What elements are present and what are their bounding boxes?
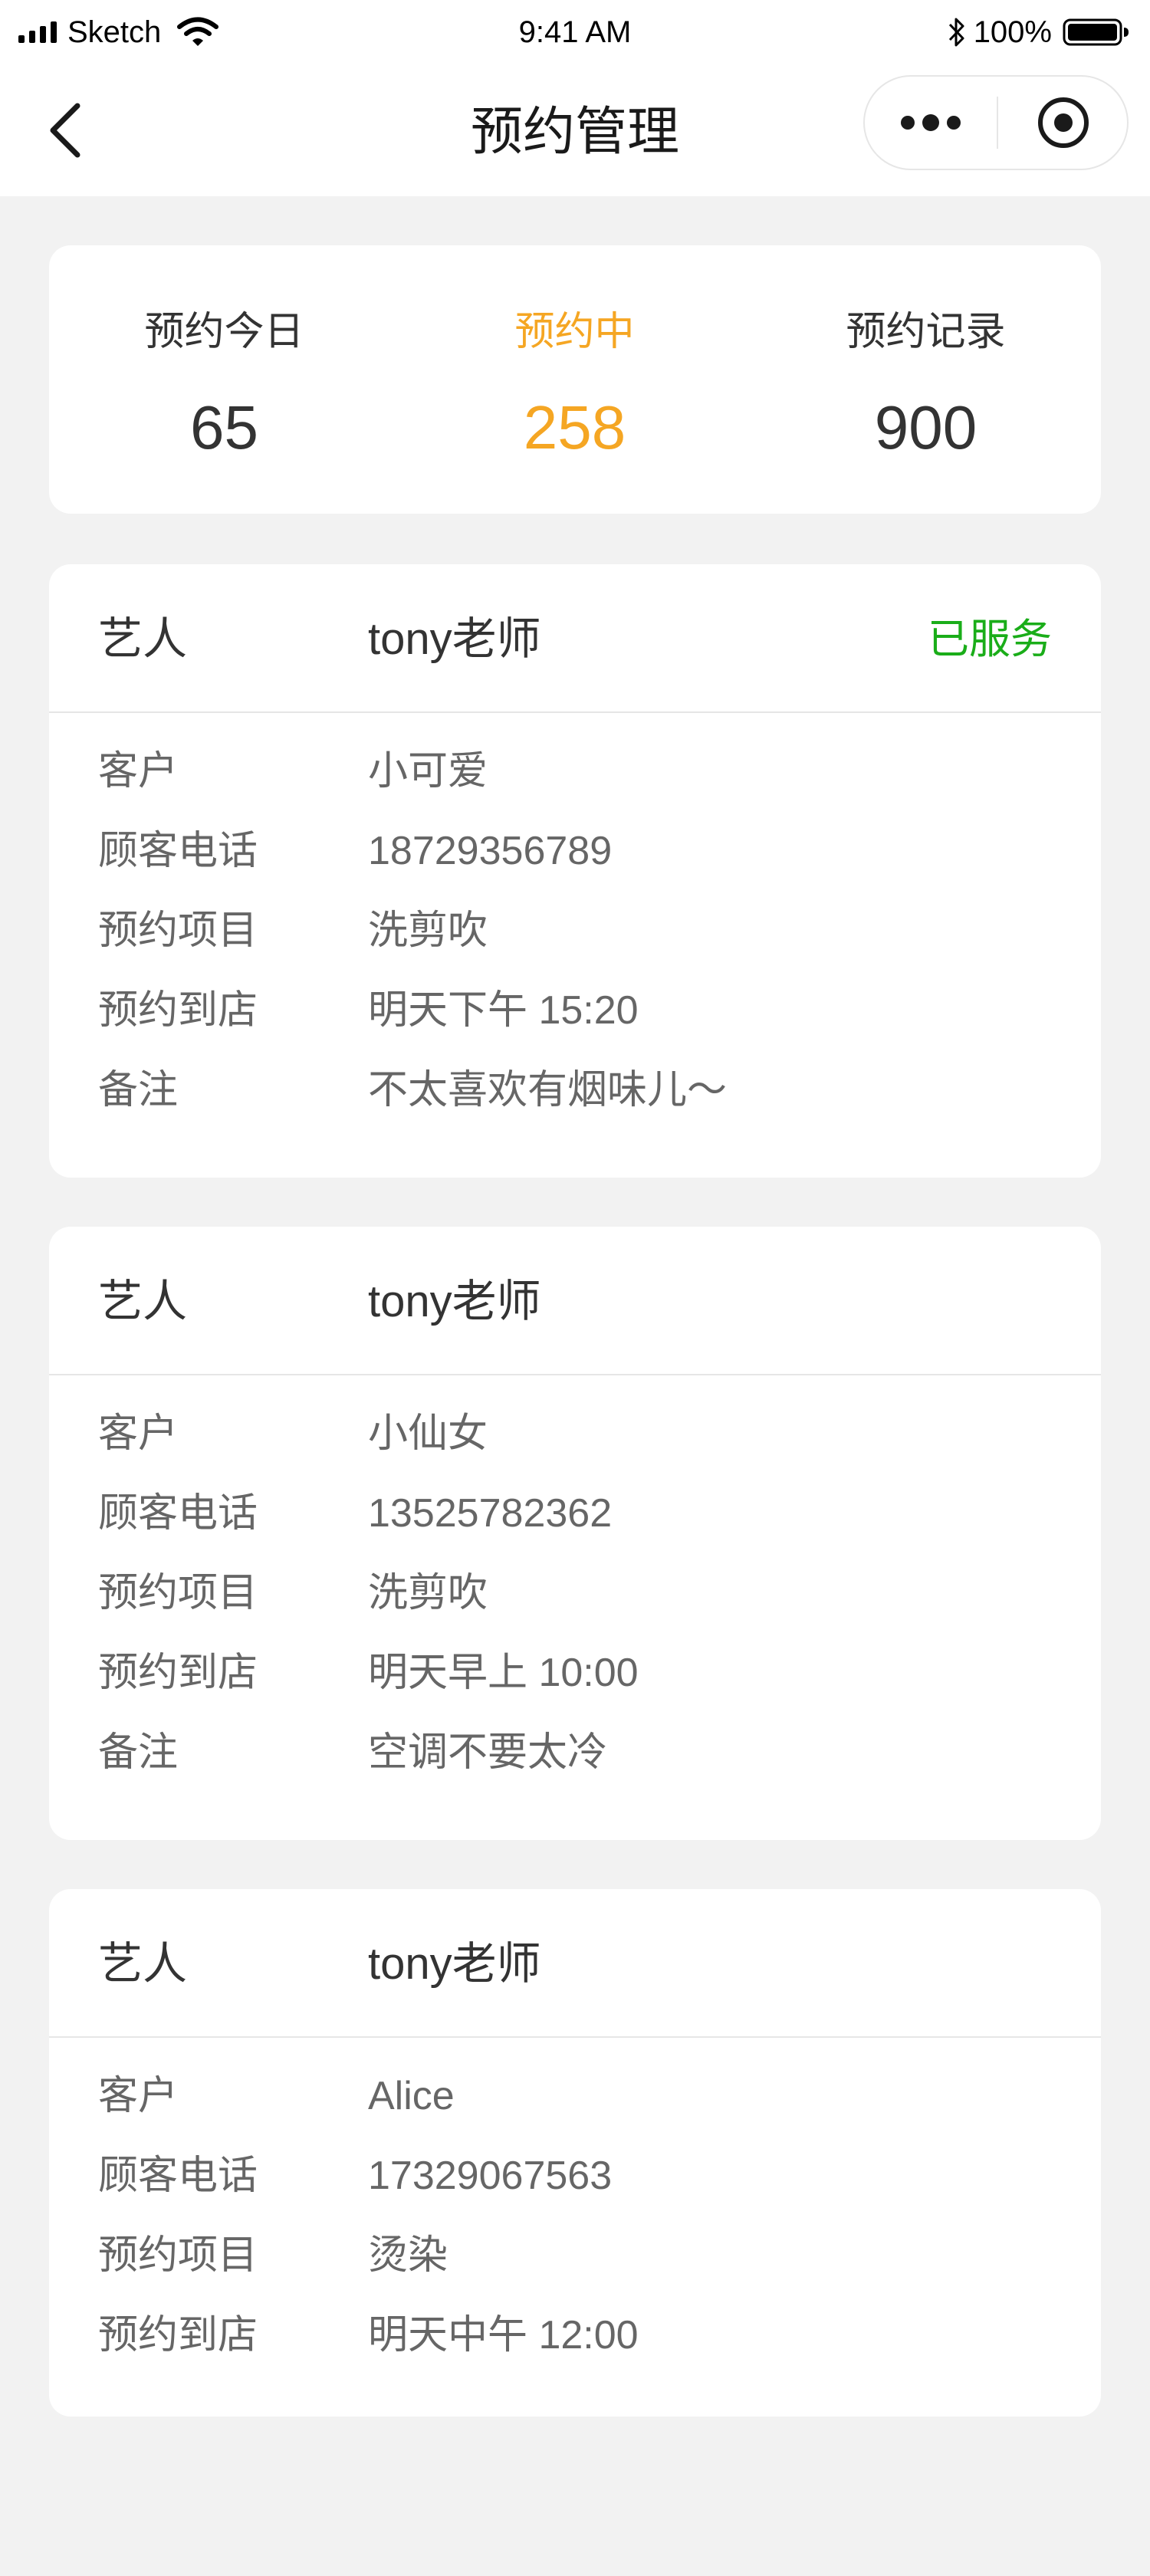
bluetooth-icon — [948, 18, 964, 47]
booking-card[interactable]: 艺人 tony老师 客户 小仙女 顾客电话 13525782362 预约项目 洗… — [49, 1227, 1101, 1840]
more-icon — [901, 114, 961, 131]
stat-today-label: 预约今日 — [144, 310, 304, 354]
status-right: 100% — [948, 11, 1130, 54]
artist-label: 艺人 — [98, 614, 188, 664]
phone-label: 顾客电话 — [98, 1491, 258, 1536]
service-label: 预约项目 — [98, 1571, 258, 1615]
stats-card: 预约今日 65 预约中 258 预约记录 900 — [49, 245, 1101, 514]
nav-bar: 预约管理 — [0, 66, 1150, 196]
customer-value: 小可爱 — [368, 749, 488, 794]
stat-in-progress[interactable]: 预约中 258 — [399, 245, 750, 514]
note-label: 备注 — [98, 1730, 179, 1775]
artist-name: tony老师 — [368, 1276, 541, 1326]
close-mini-program-button[interactable] — [998, 77, 1129, 169]
stat-in-progress-label: 预约中 — [514, 310, 635, 354]
stat-today[interactable]: 预约今日 65 — [49, 245, 399, 514]
service-row: 预约项目 洗剪吹 — [49, 1562, 1101, 1624]
arrival-label: 预约到店 — [98, 1651, 258, 1695]
customer-label: 客户 — [98, 749, 179, 794]
customer-row: 客户 小仙女 — [49, 1403, 1101, 1464]
battery-percentage: 100% — [973, 15, 1052, 49]
battery-icon — [1063, 18, 1129, 46]
arrival-value: 明天早上 10:00 — [368, 1651, 639, 1695]
note-row: 备注 不太喜欢有烟味儿～ — [49, 1060, 1101, 1121]
note-row: 备注 空调不要太冷 — [49, 1722, 1101, 1783]
arrival-row: 预约到店 明天中午 12:00 — [49, 2305, 1101, 2366]
booking-card-header: 艺人 tony老师 — [49, 1227, 1101, 1375]
customer-value: 小仙女 — [368, 1411, 488, 1456]
phone-value: 13525782362 — [368, 1491, 613, 1536]
artist-name: tony老师 — [368, 1939, 541, 1989]
phone-row: 顾客电话 18729356789 — [49, 820, 1101, 882]
stat-today-value: 65 — [190, 393, 258, 462]
phone-label: 顾客电话 — [98, 2154, 258, 2198]
booking-card-header: 艺人 tony老师 已服务 — [49, 564, 1101, 713]
arrival-value: 明天下午 15:20 — [368, 988, 639, 1033]
service-value: 洗剪吹 — [368, 909, 488, 953]
stat-in-progress-value: 258 — [523, 393, 626, 462]
note-value: 空调不要太冷 — [368, 1730, 608, 1775]
arrival-value: 明天中午 12:00 — [368, 2313, 639, 2358]
stat-records-label: 预约记录 — [846, 310, 1006, 354]
phone-row: 顾客电话 17329067563 — [49, 2145, 1101, 2206]
more-button[interactable] — [865, 77, 997, 169]
customer-value: Alice — [368, 2074, 455, 2118]
customer-label: 客户 — [98, 1411, 179, 1456]
customer-row: 客户 Alice — [49, 2065, 1101, 2127]
booking-card[interactable]: 艺人 tony老师 客户 Alice 顾客电话 17329067563 预约项目… — [49, 1889, 1101, 2417]
arrival-label: 预约到店 — [98, 2313, 258, 2358]
customer-row: 客户 小可爱 — [49, 741, 1101, 802]
note-value: 不太喜欢有烟味儿～ — [368, 1068, 728, 1112]
phone-value: 18729356789 — [368, 829, 613, 873]
artist-label: 艺人 — [98, 1276, 188, 1326]
phone-label: 顾客电话 — [98, 829, 258, 873]
artist-name: tony老师 — [368, 614, 541, 664]
status-badge: 已服务 — [928, 616, 1052, 662]
status-bar: Sketch 9:41 AM 100% — [0, 0, 1150, 66]
arrival-row: 预约到店 明天下午 15:20 — [49, 980, 1101, 1041]
service-label: 预约项目 — [98, 2233, 258, 2278]
target-icon — [1038, 97, 1089, 148]
artist-label: 艺人 — [98, 1939, 188, 1989]
note-label: 备注 — [98, 1068, 179, 1112]
arrival-label: 预约到店 — [98, 988, 258, 1033]
stat-records-value: 900 — [874, 393, 978, 462]
booking-card-header: 艺人 tony老师 — [49, 1889, 1101, 2038]
service-value: 洗剪吹 — [368, 1571, 488, 1615]
arrival-row: 预约到店 明天早上 10:00 — [49, 1642, 1101, 1704]
mini-program-capsule — [863, 75, 1129, 170]
phone-value: 17329067563 — [368, 2154, 613, 2198]
service-label: 预约项目 — [98, 909, 258, 953]
phone-row: 顾客电话 13525782362 — [49, 1483, 1101, 1544]
service-row: 预约项目 烫染 — [49, 2225, 1101, 2286]
service-value: 烫染 — [368, 2233, 449, 2278]
stat-records[interactable]: 预约记录 900 — [751, 245, 1101, 514]
service-row: 预约项目 洗剪吹 — [49, 900, 1101, 961]
customer-label: 客户 — [98, 2074, 179, 2118]
booking-card[interactable]: 艺人 tony老师 已服务 客户 小可爱 顾客电话 18729356789 预约… — [49, 564, 1101, 1178]
